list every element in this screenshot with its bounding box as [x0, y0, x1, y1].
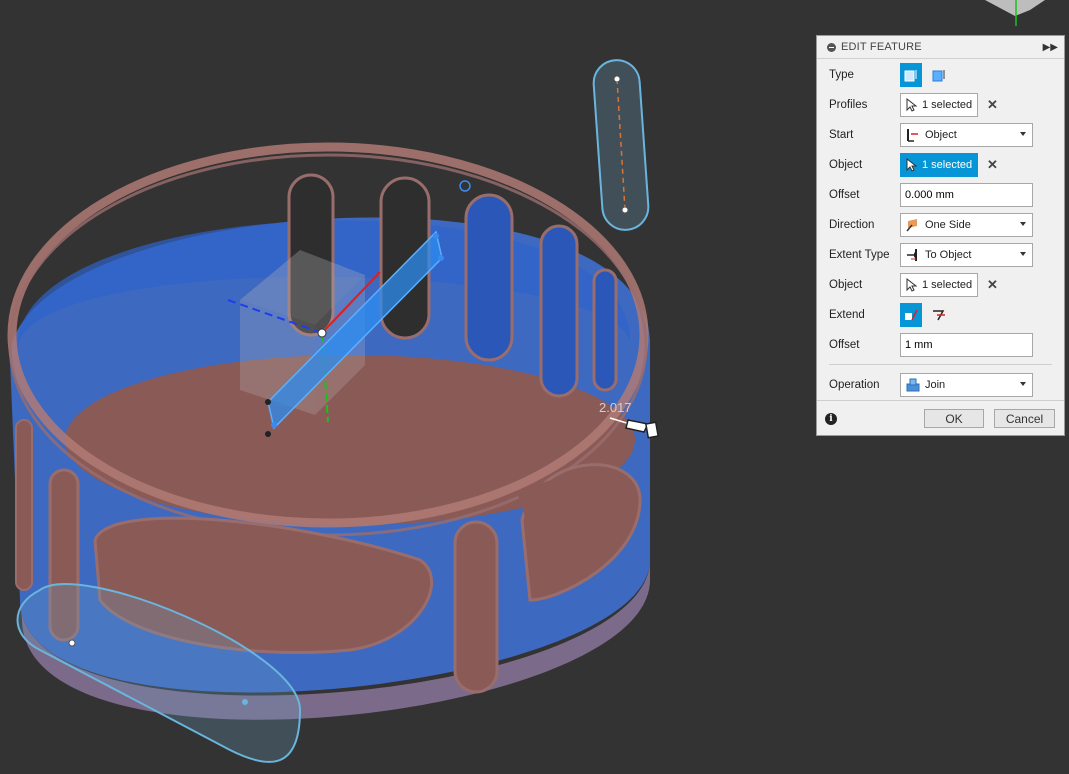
profiles-label: Profiles — [829, 99, 868, 111]
chevron-down-icon — [1020, 382, 1026, 386]
extent-object-label: Object — [829, 279, 863, 291]
divider — [829, 364, 1052, 365]
start-object-select-button[interactable]: 1 selected — [900, 153, 978, 177]
row-profiles: Profiles 1 selected ✕ — [817, 90, 1064, 120]
collapse-icon[interactable] — [827, 42, 836, 52]
profiles-value: 1 selected — [922, 99, 973, 111]
expand-panel-icon[interactable]: ▶▶ — [1043, 42, 1058, 53]
start-object-label: Object — [829, 159, 863, 171]
direction-label: Direction — [829, 219, 875, 231]
offset-label: Offset — [829, 189, 860, 201]
chevron-down-icon — [1020, 222, 1026, 226]
type-solid-extrude-icon[interactable] — [900, 63, 922, 87]
row-extent-object: Object 1 selected ✕ — [817, 270, 1064, 300]
chevron-down-icon — [1020, 132, 1026, 136]
row-start-object: Object 1 selected ✕ — [817, 150, 1064, 180]
direction-value: One Side — [925, 219, 971, 231]
one-side-icon — [906, 219, 917, 232]
extend-to-object-icon[interactable] — [928, 303, 950, 327]
sketch-profile-slot-top[interactable] — [592, 59, 650, 232]
start-value: Object — [925, 129, 957, 141]
footer-divider — [817, 400, 1064, 401]
cursor-arrow-icon — [906, 278, 917, 292]
chevron-down-icon — [1020, 252, 1026, 256]
extent-object-select-button[interactable]: 1 selected — [900, 273, 978, 297]
start-object-value: 1 selected — [922, 159, 973, 171]
extent-offset-input[interactable] — [900, 333, 1033, 357]
info-icon[interactable]: i — [825, 413, 837, 425]
view-cube[interactable] — [985, 0, 1045, 26]
extent-object-clear-icon[interactable]: ✕ — [987, 277, 998, 293]
operation-label: Operation — [829, 379, 880, 391]
join-icon — [906, 378, 920, 392]
row-offset: Offset — [817, 180, 1064, 210]
profiles-select-button[interactable]: 1 selected — [900, 93, 978, 117]
start-object-clear-icon[interactable]: ✕ — [987, 157, 998, 173]
cancel-button[interactable]: Cancel — [994, 409, 1055, 428]
offset-input[interactable] — [900, 183, 1033, 207]
extend-label: Extend — [829, 309, 865, 321]
type-label: Type — [829, 69, 854, 81]
row-extend: Extend — [817, 300, 1064, 330]
row-operation: Operation Join — [817, 370, 1064, 400]
edit-feature-panel: EDIT FEATURE ▶▶ Type Profiles 1 selected… — [816, 35, 1065, 436]
row-extent-offset: Offset — [817, 330, 1064, 360]
extend-to-adjacent-icon[interactable] — [900, 303, 922, 327]
extent-type-label: Extent Type — [829, 249, 890, 261]
row-start: Start Object — [817, 120, 1064, 150]
profiles-clear-icon[interactable]: ✕ — [987, 97, 998, 113]
direction-dropdown[interactable]: One Side — [900, 213, 1033, 237]
row-type: Type — [817, 60, 1064, 90]
row-direction: Direction One Side — [817, 210, 1064, 240]
panel-title: EDIT FEATURE — [841, 41, 922, 53]
panel-header: EDIT FEATURE ▶▶ — [817, 36, 1064, 59]
to-object-icon — [907, 249, 917, 261]
dimension-label[interactable]: 2.017 — [599, 400, 632, 415]
cursor-arrow-icon — [906, 98, 917, 112]
extent-offset-label: Offset — [829, 339, 860, 351]
extent-type-dropdown[interactable]: To Object — [900, 243, 1033, 267]
row-extent-type: Extent Type To Object — [817, 240, 1064, 270]
start-dropdown[interactable]: Object — [900, 123, 1033, 147]
operation-value: Join — [925, 379, 946, 391]
type-thin-extrude-icon[interactable] — [928, 63, 950, 87]
ok-button[interactable]: OK — [924, 409, 984, 428]
start-label: Start — [829, 129, 854, 141]
start-object-icon — [907, 129, 918, 142]
extent-type-value: To Object — [925, 249, 972, 261]
cursor-arrow-icon — [906, 158, 917, 172]
extent-object-value: 1 selected — [922, 279, 973, 291]
operation-dropdown[interactable]: Join — [900, 373, 1033, 397]
